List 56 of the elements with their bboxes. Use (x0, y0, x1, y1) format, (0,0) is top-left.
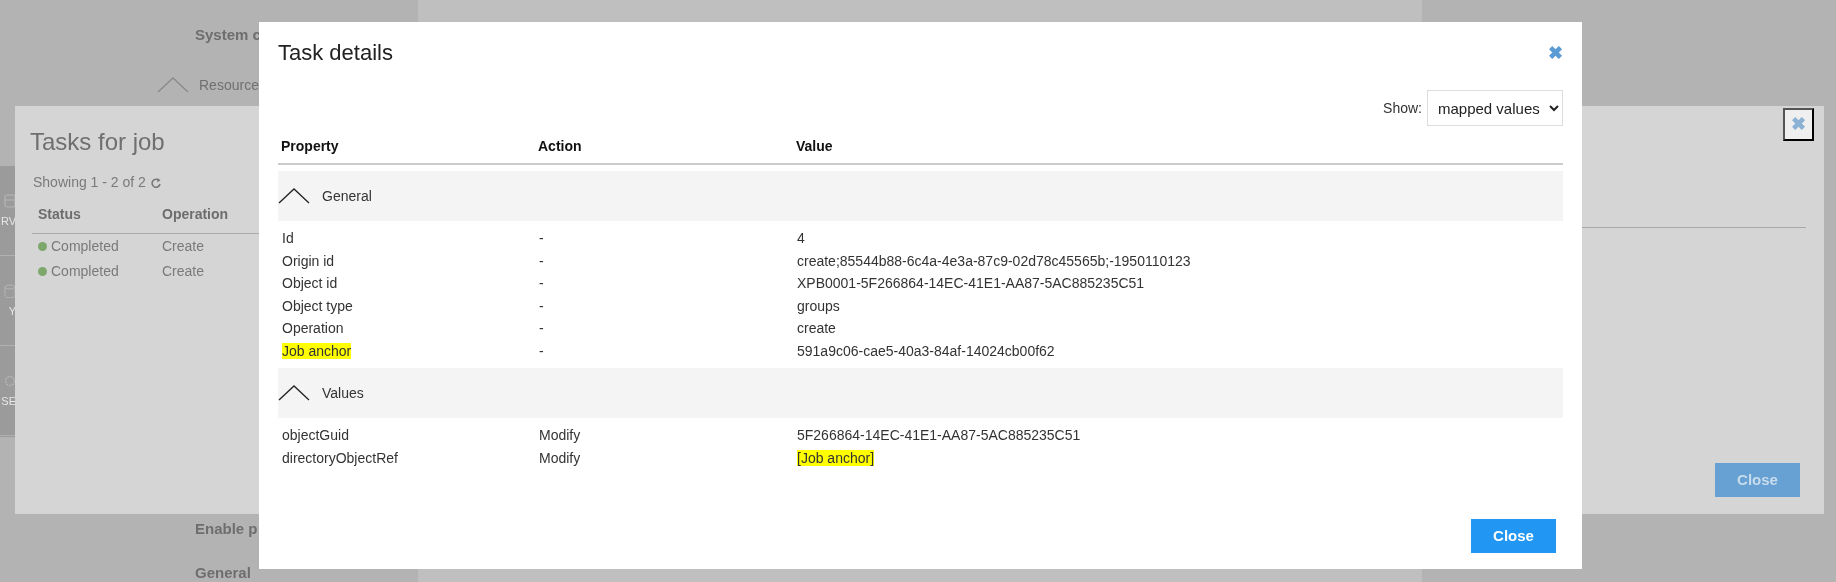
close-button[interactable]: Close (1471, 519, 1556, 553)
status-text: Completed (51, 262, 119, 281)
table-cell-text: Create (162, 262, 205, 281)
table-cell: 591a9c06-cae5-40a3-84af-14024cb00f62 (797, 342, 1055, 359)
close-icon[interactable]: ✖ (1783, 108, 1814, 141)
server-icon (4, 194, 16, 208)
table-cell: - (539, 230, 544, 247)
gear-icon (4, 374, 16, 388)
table-cell: Job anchor (282, 342, 352, 359)
table-cell: directoryObjectRef (282, 449, 398, 466)
group-header[interactable]: Values (278, 368, 1563, 419)
table-cell: - (539, 342, 544, 359)
column-header: Operation (162, 205, 229, 224)
table-cell: - (539, 252, 544, 269)
section-label: Resource (199, 75, 259, 95)
table-cell: objectGuid (282, 427, 349, 444)
table-cell: Operation (282, 320, 344, 337)
group-label: General (322, 186, 372, 206)
table-cell: 4 (797, 230, 805, 247)
table-cell: Id (282, 230, 294, 247)
table-cell-text: Create (162, 237, 205, 256)
close-button[interactable]: Close (1715, 463, 1800, 497)
table-cell: Origin id (282, 252, 335, 269)
table-cell: create (797, 320, 836, 337)
status-dot (38, 267, 47, 276)
column-header: Action (538, 138, 582, 155)
status-text: Completed (51, 237, 119, 256)
section-heading: Enable p (195, 518, 259, 539)
table-cell: XPB0001-5F266864-14EC-41E1-AA87-5AC885235C51 (797, 275, 1145, 292)
table-cell: - (539, 275, 544, 292)
show-select[interactable]: mapped values (1427, 90, 1563, 127)
table-cell: 5F266864-14EC-41E1-AA87-5AC885235C51 (797, 427, 1081, 444)
sidebar-label: SE (1, 396, 16, 407)
refresh-icon (149, 176, 162, 189)
table-cell: Modify (539, 427, 581, 444)
status-dot (38, 242, 47, 251)
group-label: Values (322, 383, 364, 403)
section-heading: General (195, 563, 252, 582)
database-icon (4, 284, 16, 298)
dialog-title: Tasks for job (30, 127, 165, 157)
table-cell: - (539, 297, 544, 314)
table-cell: [Job anchor] (797, 449, 875, 466)
table-cell: Modify (539, 449, 581, 466)
column-header: Property (281, 138, 339, 155)
modal-title: Task details (278, 39, 393, 67)
table-cell: - (539, 320, 544, 337)
sidebar-label: RV (0, 216, 16, 227)
column-header: Value (796, 138, 833, 155)
show-label: Show: (1383, 98, 1422, 118)
column-header: Status (38, 205, 82, 224)
table-cell: groups (797, 297, 840, 314)
table-cell: create;85544b88-6c4a-4e3a-87c9-02d78c45565b;-1950110123 (797, 252, 1191, 269)
table-cell: Object type (282, 297, 353, 314)
group-header[interactable]: General (278, 171, 1563, 222)
table-cell: Object id (282, 275, 338, 292)
result-count: Showing 1 - 2 of 2 (33, 173, 146, 192)
